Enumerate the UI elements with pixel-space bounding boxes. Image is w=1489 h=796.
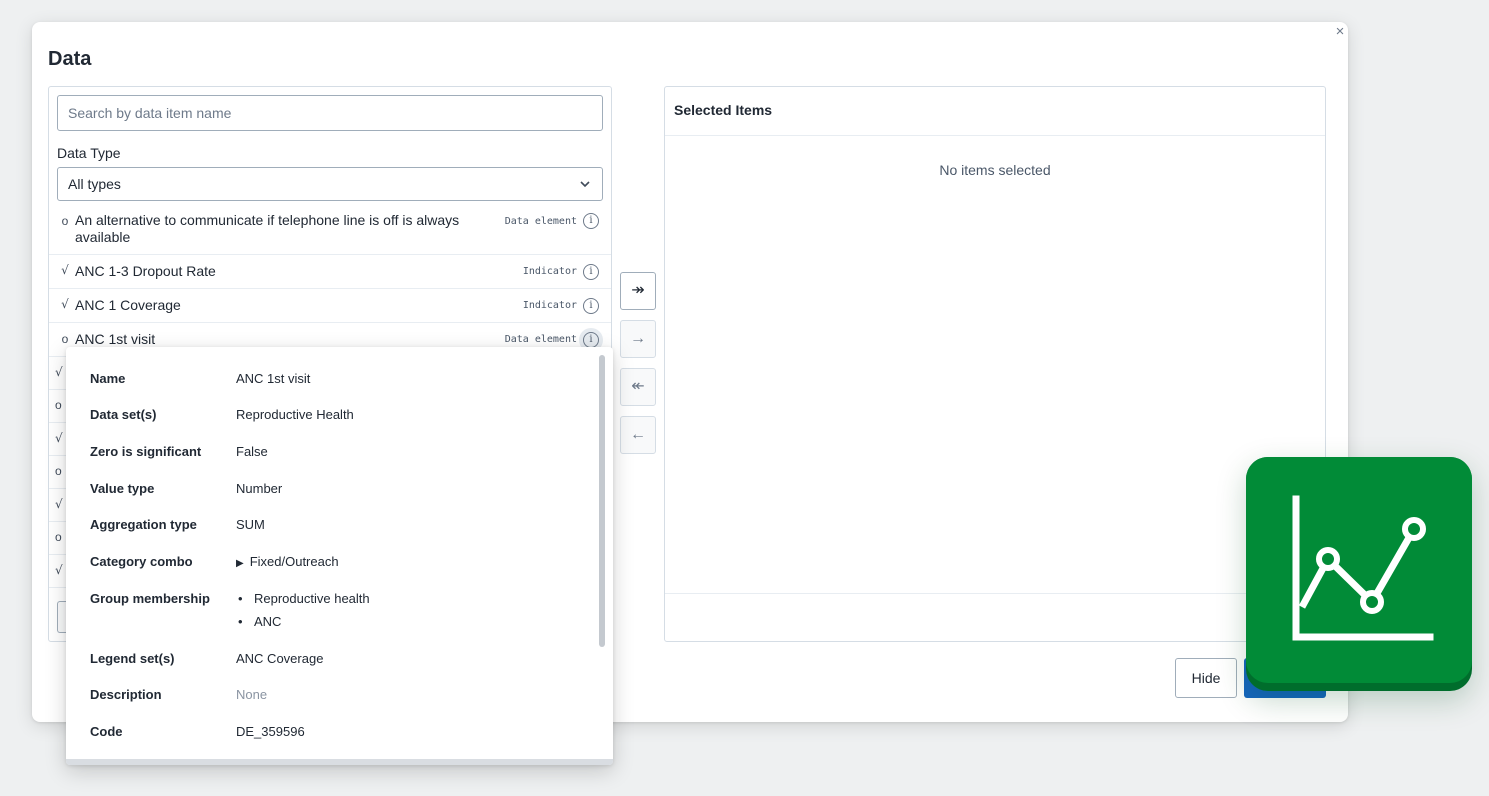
- data-element-circle-icon: o: [55, 464, 62, 478]
- indicator-sqrt-icon: √: [61, 297, 69, 311]
- data-type-select[interactable]: All types: [57, 167, 603, 201]
- data-element-circle-icon: o: [61, 214, 69, 228]
- info-value: ANC Coverage: [236, 651, 324, 666]
- line-chart-icon: [1292, 495, 1434, 641]
- category-combo-toggle[interactable]: ▶ Fixed/Outreach: [236, 554, 339, 572]
- list-item-type: Indicator: [522, 266, 577, 277]
- list-item[interactable]: o: [49, 456, 67, 489]
- indicator-sqrt-icon: √: [55, 431, 63, 445]
- info-key: Zero is significant: [90, 444, 202, 459]
- info-key: Code: [90, 724, 123, 739]
- panel-divider: [665, 593, 1325, 594]
- hide-button[interactable]: Hide: [1175, 658, 1237, 698]
- empty-state-text: No items selected: [939, 162, 1051, 178]
- popover-bottom-edge: [66, 759, 613, 765]
- select-all-button[interactable]: ↠: [620, 272, 656, 310]
- info-value: Reproductive Health: [236, 407, 354, 422]
- list-item[interactable]: o An alternative to communicate if telep…: [49, 209, 611, 255]
- close-icon[interactable]: ×: [1332, 24, 1348, 40]
- info-value: DE_359596: [236, 724, 305, 739]
- list-item[interactable]: √ ANC 1-3 Dropout Rate Indicator i: [49, 255, 611, 289]
- select-button[interactable]: →: [620, 320, 656, 358]
- list-item[interactable]: √: [49, 489, 67, 522]
- data-type-label: Data Type: [57, 145, 121, 161]
- line-chart-app-icon: [1246, 457, 1472, 691]
- info-icon[interactable]: i: [583, 213, 599, 229]
- info-icon[interactable]: i: [583, 298, 599, 314]
- list-item[interactable]: √: [49, 555, 67, 588]
- info-icon[interactable]: i: [583, 332, 599, 348]
- data-element-circle-icon: o: [61, 332, 69, 346]
- info-key: Value type: [90, 481, 155, 496]
- deselect-all-button[interactable]: ↞: [620, 368, 656, 406]
- info-key: Name: [90, 371, 126, 386]
- list-item[interactable]: √ ANC 1 Coverage Indicator i: [49, 289, 611, 323]
- group-membership-item: ANC: [236, 614, 370, 630]
- indicator-sqrt-icon: √: [61, 263, 69, 277]
- popover-scrollbar[interactable]: [599, 355, 605, 647]
- available-items-list: o An alternative to communicate if telep…: [49, 209, 611, 357]
- info-value: Fixed/Outreach: [249, 554, 339, 569]
- item-info-popover: Name ANC 1st visit Data set(s) Reproduct…: [66, 347, 613, 765]
- selected-items-title: Selected Items: [665, 87, 1325, 136]
- list-item-label: ANC 1 Coverage: [75, 297, 181, 313]
- info-value: False: [236, 444, 268, 459]
- list-item[interactable]: √: [49, 357, 67, 390]
- group-membership-list: Reproductive health ANC: [236, 591, 370, 637]
- triangle-right-icon: ▶: [236, 558, 244, 569]
- info-value: Number: [236, 481, 283, 496]
- info-key: Description: [90, 687, 162, 702]
- list-item-label: ANC 1st visit: [75, 331, 156, 347]
- group-membership-item: Reproductive health: [236, 591, 370, 607]
- info-key: Data set(s): [90, 407, 157, 422]
- list-item[interactable]: √: [49, 423, 67, 456]
- search-input[interactable]: [57, 95, 603, 131]
- data-type-selected-value: All types: [68, 176, 121, 192]
- info-key: Aggregation type: [90, 517, 197, 532]
- info-key: Category combo: [90, 554, 193, 569]
- list-item-type: Data element: [504, 334, 577, 345]
- deselect-button[interactable]: ←: [620, 416, 656, 454]
- selected-items-panel: Selected Items No items selected: [664, 86, 1326, 642]
- indicator-sqrt-icon: √: [55, 365, 63, 379]
- indicator-sqrt-icon: √: [55, 563, 63, 577]
- indicator-sqrt-icon: √: [55, 497, 63, 511]
- list-item-label: An alternative to communicate if telepho…: [75, 212, 460, 245]
- info-icon[interactable]: i: [583, 264, 599, 280]
- list-item-type: Data element: [504, 216, 577, 227]
- list-item[interactable]: o: [49, 390, 67, 423]
- dialog-title: Data: [48, 48, 92, 70]
- info-value: SUM: [236, 517, 265, 532]
- info-key: Group membership: [90, 591, 210, 606]
- chevron-down-icon: [580, 168, 590, 212]
- list-item[interactable]: o: [49, 522, 67, 555]
- list-item-type: Indicator: [522, 300, 577, 311]
- data-element-circle-icon: o: [55, 530, 62, 544]
- data-element-circle-icon: o: [55, 398, 62, 412]
- info-value: ANC 1st visit: [236, 371, 311, 386]
- info-value: None: [236, 687, 268, 702]
- list-item-label: ANC 1-3 Dropout Rate: [75, 263, 216, 279]
- info-key: Legend set(s): [90, 651, 175, 666]
